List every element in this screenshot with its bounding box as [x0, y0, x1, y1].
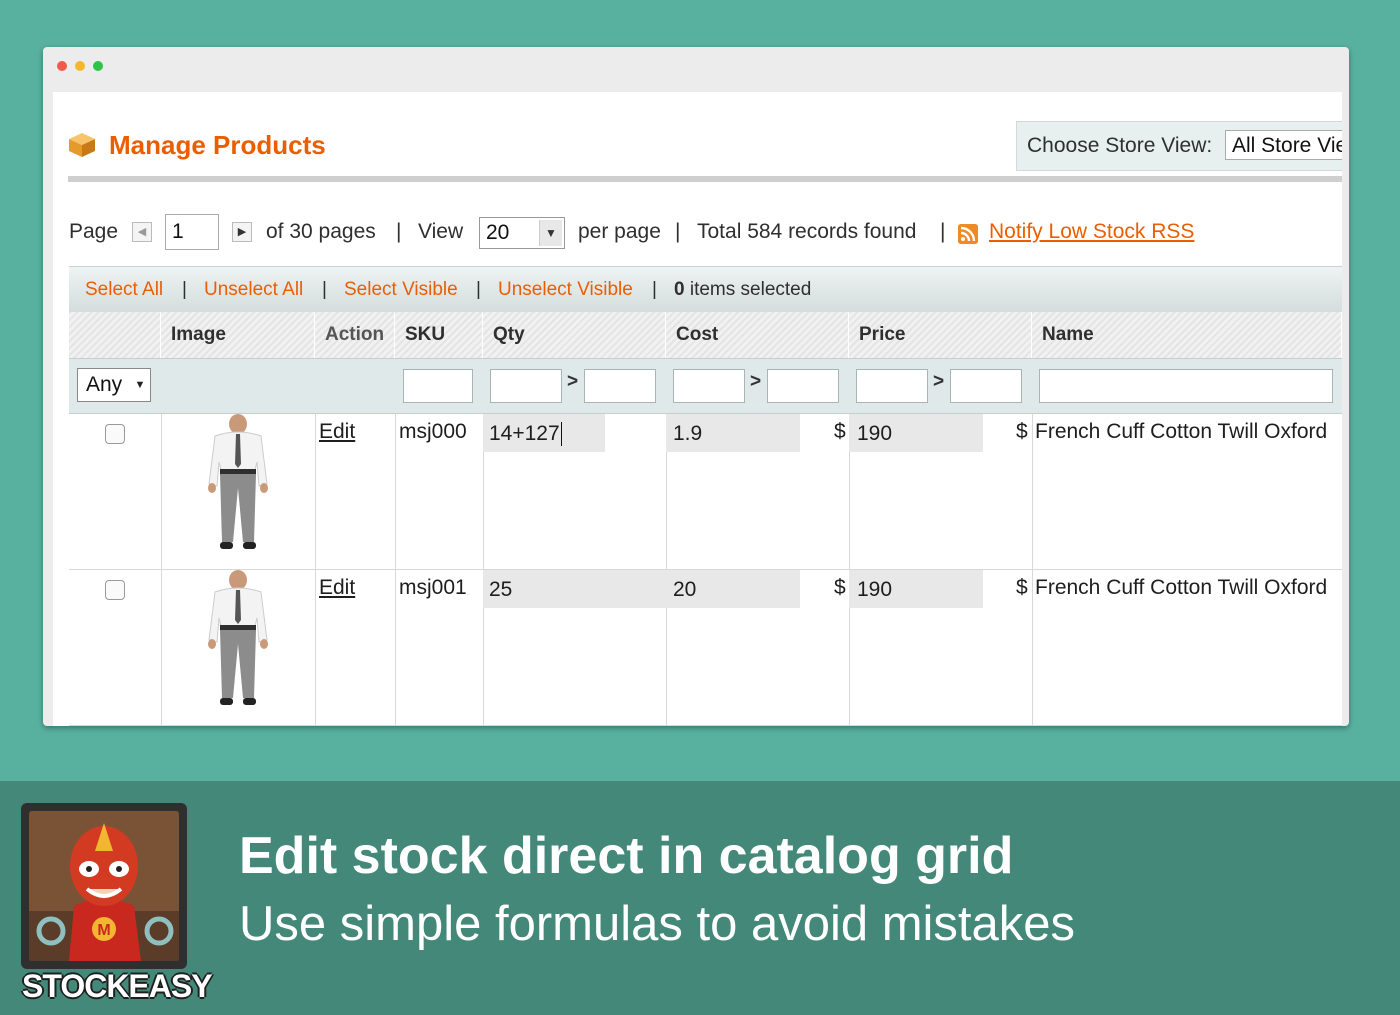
row-checkbox[interactable]: [105, 580, 125, 600]
row-checkbox[interactable]: [105, 424, 125, 444]
separator: |: [322, 279, 327, 300]
column-header-cost[interactable]: Cost: [666, 312, 849, 358]
sku-value: msj000: [399, 420, 467, 443]
price-range-separator: >: [933, 371, 945, 392]
mass-action-bar: Select All | Unselect All | Select Visib…: [69, 266, 1342, 313]
cost-to-input[interactable]: [767, 369, 839, 403]
edit-link[interactable]: Edit: [319, 420, 355, 444]
currency-symbol: $: [834, 576, 846, 599]
notify-low-stock-rss-link[interactable]: Notify Low Stock RSS: [989, 214, 1194, 250]
currency-symbol: $: [834, 420, 846, 443]
stockeasy-logo: M: [21, 803, 187, 969]
store-view-label: Choose Store View:: [1027, 134, 1213, 157]
filter-row: Any ▼ > > >: [69, 358, 1342, 414]
select-visible-link[interactable]: Select Visible: [344, 279, 458, 301]
page-count: of 30 pages: [266, 220, 376, 243]
cost-from-input[interactable]: [673, 369, 745, 403]
product-box-icon: [69, 133, 95, 157]
chevron-down-icon: ▼: [134, 379, 146, 391]
column-header-image[interactable]: Image: [161, 312, 315, 358]
separator: |: [396, 220, 402, 243]
currency-symbol: $: [1016, 576, 1028, 599]
brand-name: STOCKEASY: [22, 968, 213, 1004]
table-row: Edit msj001 25 20 $ 190 $ French Cuff Co…: [69, 570, 1342, 726]
price-from-input[interactable]: [856, 369, 928, 403]
store-view-switcher: Choose Store View: All Store Views: [1016, 121, 1342, 171]
cost-value: 1.9: [673, 422, 703, 445]
column-header-price[interactable]: Price: [849, 312, 1032, 358]
cost-value: 20: [673, 578, 697, 601]
checkbox-filter-select[interactable]: Any ▼: [77, 368, 151, 402]
store-view-select[interactable]: All Store Views: [1225, 130, 1342, 160]
prev-page-icon[interactable]: ◀: [132, 222, 152, 242]
per-page-select[interactable]: 20 ▼: [479, 217, 565, 249]
selected-count-text: 0 items selected: [674, 279, 811, 301]
cost-range-separator: >: [750, 371, 762, 392]
product-image: [208, 570, 268, 705]
header-divider: [68, 176, 1342, 182]
separator: |: [940, 220, 946, 243]
selected-suffix: items selected: [689, 279, 812, 300]
admin-page: Manage Products Choose Store View: All S…: [53, 92, 1342, 726]
rss-icon: [958, 224, 978, 244]
qty-from-input[interactable]: [490, 369, 562, 403]
text-cursor: [560, 422, 562, 447]
separator: |: [652, 279, 657, 300]
view-label: View: [418, 220, 464, 243]
product-name: French Cuff Cotton Twill Oxford: [1035, 420, 1328, 443]
banner-subtitle: Use simple formulas to avoid mistakes: [239, 897, 1076, 951]
qty-value: 25: [489, 578, 513, 601]
page-title: Manage Products: [109, 130, 326, 160]
chevron-down-icon: ▼: [539, 220, 562, 246]
per-page-value: 20: [486, 221, 510, 244]
edit-link[interactable]: Edit: [319, 576, 355, 600]
column-header-name[interactable]: Name: [1032, 312, 1342, 358]
price-to-input[interactable]: [950, 369, 1022, 403]
mascot-icon: M: [29, 811, 179, 961]
name-filter-input[interactable]: [1039, 369, 1333, 403]
select-all-link[interactable]: Select All: [85, 279, 163, 301]
maximize-window-dot[interactable]: [93, 61, 103, 71]
separator: |: [675, 220, 681, 243]
price-value: 190: [857, 578, 893, 601]
qty-value: 14+127: [489, 422, 562, 447]
unselect-visible-link[interactable]: Unselect Visible: [498, 279, 633, 301]
page-label: Page: [69, 220, 119, 243]
column-header-action: Action: [315, 312, 395, 358]
sku-value: msj001: [399, 576, 467, 599]
column-header-checkbox: [69, 312, 161, 358]
unselect-all-link[interactable]: Unselect All: [204, 279, 303, 301]
table-row: Edit msj000 14+127 1.9 $ 190 $ French Cu…: [69, 414, 1342, 570]
separator: |: [182, 279, 187, 300]
page-input[interactable]: 1: [165, 214, 219, 250]
column-header-qty[interactable]: Qty: [483, 312, 666, 358]
checkbox-filter-value: Any: [86, 373, 123, 396]
qty-to-input[interactable]: [584, 369, 656, 403]
selected-count: 0: [674, 279, 685, 300]
svg-text:M: M: [97, 922, 110, 939]
close-window-dot[interactable]: [57, 61, 67, 71]
price-value: 190: [857, 422, 893, 445]
next-page-icon[interactable]: ▶: [232, 222, 252, 242]
currency-symbol: $: [1016, 420, 1028, 443]
separator: |: [476, 279, 481, 300]
product-name: French Cuff Cotton Twill Oxford: [1035, 576, 1328, 599]
sku-filter-input[interactable]: [403, 369, 473, 403]
total-records: Total 584 records found: [697, 220, 917, 243]
per-page-label: per page: [578, 220, 661, 243]
minimize-window-dot[interactable]: [75, 61, 85, 71]
product-image: [208, 414, 268, 549]
product-grid: Image Action SKU Qty Cost Price Name Any…: [69, 312, 1342, 726]
column-header-sku[interactable]: SKU: [395, 312, 483, 358]
qty-range-separator: >: [567, 371, 579, 392]
banner-title: Edit stock direct in catalog grid: [239, 827, 1014, 885]
